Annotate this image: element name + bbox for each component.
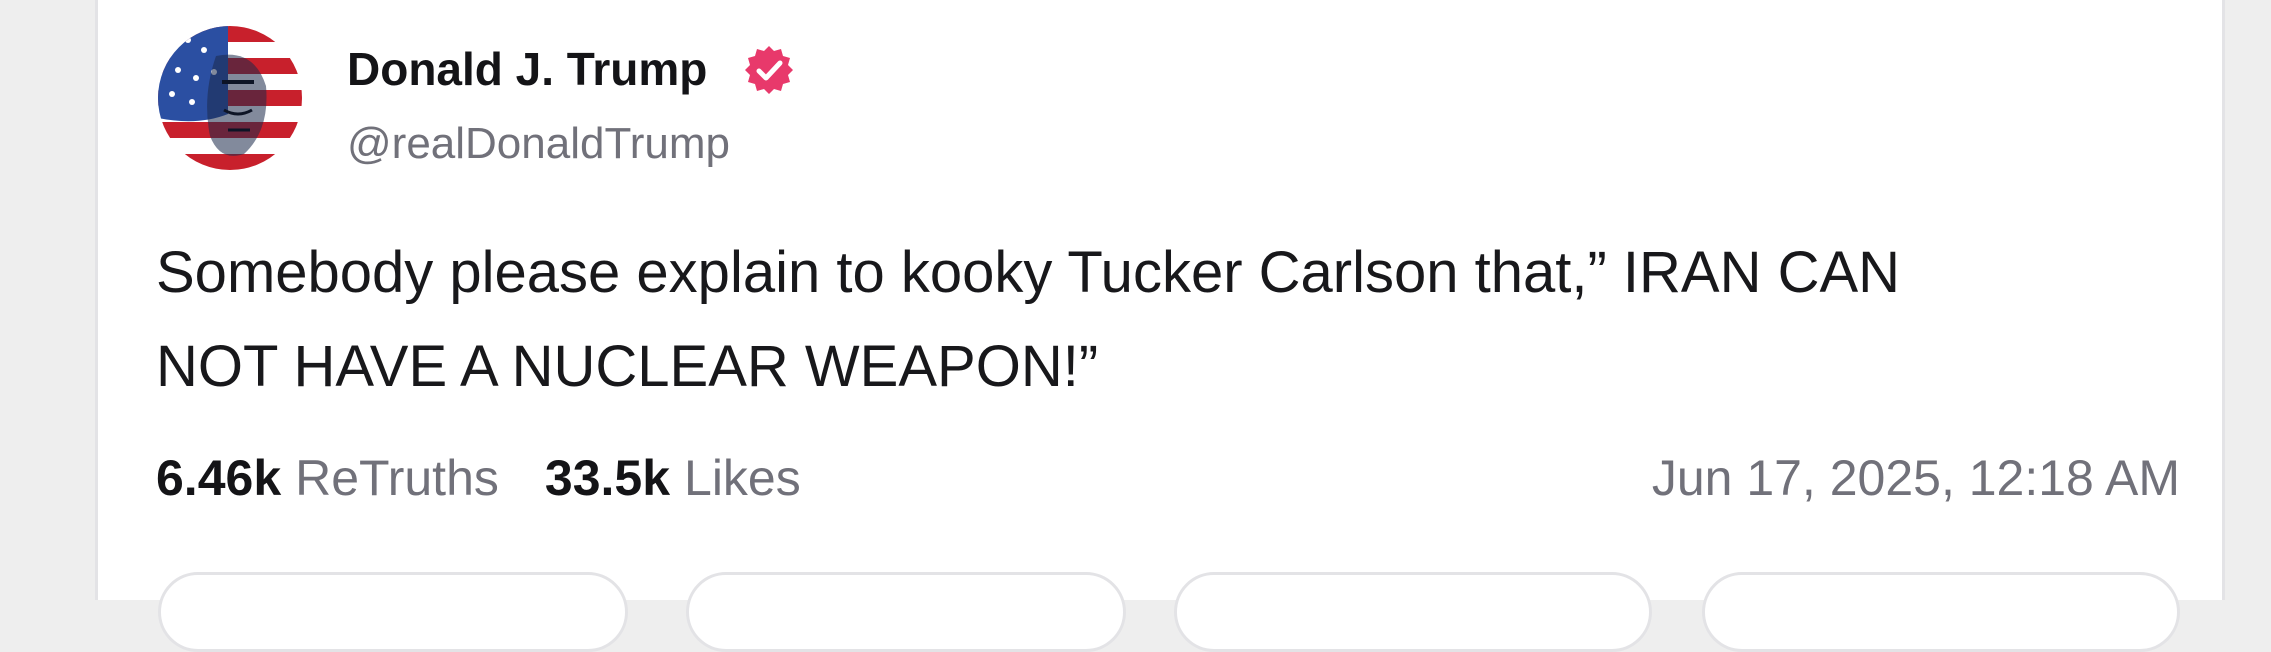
post-stats: 6.46k ReTruths 33.5k Likes <box>156 448 801 508</box>
post-body-text: Somebody please explain to kooky Tucker … <box>156 240 1901 399</box>
retruths-count[interactable]: 6.46k <box>156 449 281 507</box>
post-timestamp[interactable]: Jun 17, 2025, 12:18 AM <box>1652 448 2180 508</box>
likes-label[interactable]: Likes <box>684 449 801 507</box>
flag-portrait-avatar-icon <box>158 26 302 170</box>
author-avatar[interactable] <box>158 26 302 170</box>
author-display-name[interactable]: Donald J. Trump <box>347 42 707 96</box>
post-card: Donald J. Trump @realDonaldTrump Somebod… <box>95 0 2225 652</box>
author-handle[interactable]: @realDonaldTrump <box>347 118 730 170</box>
share-button[interactable] <box>1702 572 2180 652</box>
retruth-button[interactable] <box>686 572 1126 652</box>
retruths-label[interactable]: ReTruths <box>295 449 499 507</box>
likes-count[interactable]: 33.5k <box>545 449 670 507</box>
verified-badge-icon <box>745 46 793 94</box>
reply-button[interactable] <box>158 572 628 652</box>
like-button[interactable] <box>1174 572 1652 652</box>
